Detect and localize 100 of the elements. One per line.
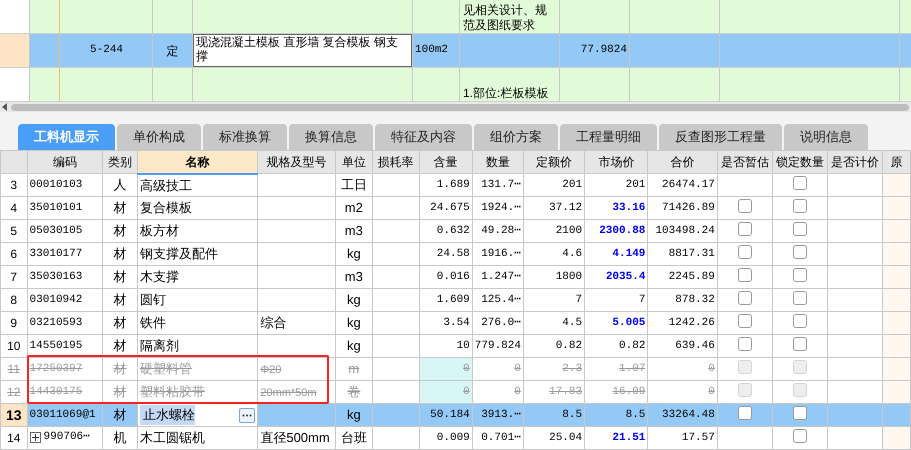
item-amount: 77.9824 [580,43,627,58]
checkbox[interactable] [738,360,752,374]
row-number: 5 [0,220,28,242]
total-price: 17.57 [648,426,718,450]
column-header[interactable]: 名称 [137,150,258,174]
material-name: 硬塑料管 [140,361,192,376]
material-type: 材 [102,242,138,266]
horizontal-scrollbar[interactable] [0,102,911,112]
total-price: 71426.89 [648,196,718,220]
column-header[interactable]: 是否计价 [828,150,883,174]
quota-price: 2.3 [523,358,585,380]
tab[interactable]: 工程量明细 [560,124,657,150]
checkbox[interactable] [738,198,752,212]
quota-price: 201 [523,174,585,196]
total-price: 1242.26 [648,312,718,334]
checkbox[interactable] [793,428,808,442]
column-header[interactable]: 合价 [648,150,718,174]
material-code: 00010103 [30,178,82,193]
item-code: 5-244 [90,43,124,58]
checkbox[interactable] [793,290,808,304]
row-number: 7 [0,266,28,288]
quantity-value: 779.824 [472,334,524,358]
quantity-value: 1916.⋯ [472,242,524,266]
column-header[interactable]: 含量 [419,150,472,174]
total-price: 2245.89 [648,266,718,288]
column-header[interactable]: 损耗率 [372,150,420,174]
column-header[interactable]: 单位 [335,150,372,174]
row-number: 14 [0,426,28,450]
checkbox[interactable] [793,244,808,258]
tab[interactable]: 组价方案 [474,124,558,150]
quantity-value: 125.4⋯ [472,288,524,312]
checkbox[interactable] [793,314,808,328]
column-header[interactable]: 编码 [27,150,103,174]
material-name: 钢支撑及配件 [140,246,218,262]
material-name: 板方材 [140,223,179,238]
quota-price: 7 [523,288,585,312]
column-header[interactable]: 类别 [102,150,138,174]
checkbox[interactable] [793,268,808,282]
material-name: 圆钉 [140,292,166,308]
column-header[interactable]: 市场价 [584,150,648,174]
material-code: 33010177 [30,246,82,262]
market-price: 0.82 [584,334,648,358]
checkbox[interactable] [738,406,752,420]
checkbox[interactable] [738,336,752,350]
tab[interactable]: 标准换算 [203,124,287,150]
item-type: 定 [166,42,178,60]
row-header[interactable] [0,0,30,33]
checkbox[interactable] [793,406,808,420]
content-value: 1.689 [419,174,472,196]
material-code: 03010942 [30,292,82,308]
material-type: 材 [102,196,138,220]
material-type: 机 [102,426,138,450]
tab[interactable]: 说明信息 [784,124,868,150]
checkbox[interactable] [793,382,808,396]
column-header[interactable]: 规格及型号 [258,150,336,174]
item-description: 1.部位:栏板模板 [463,86,548,101]
checkbox[interactable] [738,244,752,258]
material-name: 铁件 [140,315,166,330]
material-type: 材 [102,334,138,358]
checkbox[interactable] [793,360,808,374]
material-type: 材 [102,404,138,426]
quota-price: 8.5 [523,404,585,426]
checkbox[interactable] [738,222,752,236]
column-header[interactable]: 数量 [472,150,524,174]
column-header[interactable]: 是否暂估 [717,150,772,174]
grid-row[interactable]: 5-244 定 现浇混凝土模板 直形墙 复合模板 钢支撑 100m2 77.9824 [0,34,911,68]
column-header[interactable]: 定额价 [523,150,585,174]
checkbox[interactable] [738,290,752,304]
tab[interactable]: 单价构成 [117,124,201,150]
quantity-value: 3913.⋯ [472,404,524,426]
quantity-value: 131.7⋯ [472,174,524,196]
market-price: 1.07 [584,358,648,380]
material-code: 17250397 [30,362,82,377]
name-field[interactable]: 现浇混凝土模板 直形墙 复合模板 钢支撑 [193,34,412,67]
material-unit: m2 [335,196,372,220]
total-price: 0 [648,358,718,380]
expand-icon[interactable] [30,432,41,443]
material-spec: 20mm*50m [260,387,317,400]
checkbox[interactable] [738,382,752,396]
material-unit: kg [335,288,372,312]
content-value: 24.58 [419,242,472,266]
material-name: 塑料粘胶带 [140,384,205,400]
checkbox[interactable] [793,198,808,212]
checkbox[interactable] [793,336,808,350]
checkbox[interactable] [793,176,808,190]
material-spec: Φ20 [260,364,282,376]
scroll-left-icon[interactable] [2,103,7,111]
checkbox[interactable] [738,268,752,282]
material-unit: kg [335,242,372,266]
market-price: 5.005 [584,312,648,334]
tab[interactable]: 特征及内容 [375,124,472,150]
material-code: 03011069@1 [30,408,96,423]
checkbox[interactable] [738,314,752,328]
quantity-value: 276.0⋯ [472,312,524,334]
material-code: 05030105 [30,224,82,239]
tab[interactable]: 反查图形工程量 [659,124,782,150]
tab[interactable]: 换算信息 [289,124,373,150]
checkbox[interactable] [793,222,808,236]
column-header[interactable]: 锁定数量 [772,150,828,174]
quota-price: 4.5 [523,312,585,334]
